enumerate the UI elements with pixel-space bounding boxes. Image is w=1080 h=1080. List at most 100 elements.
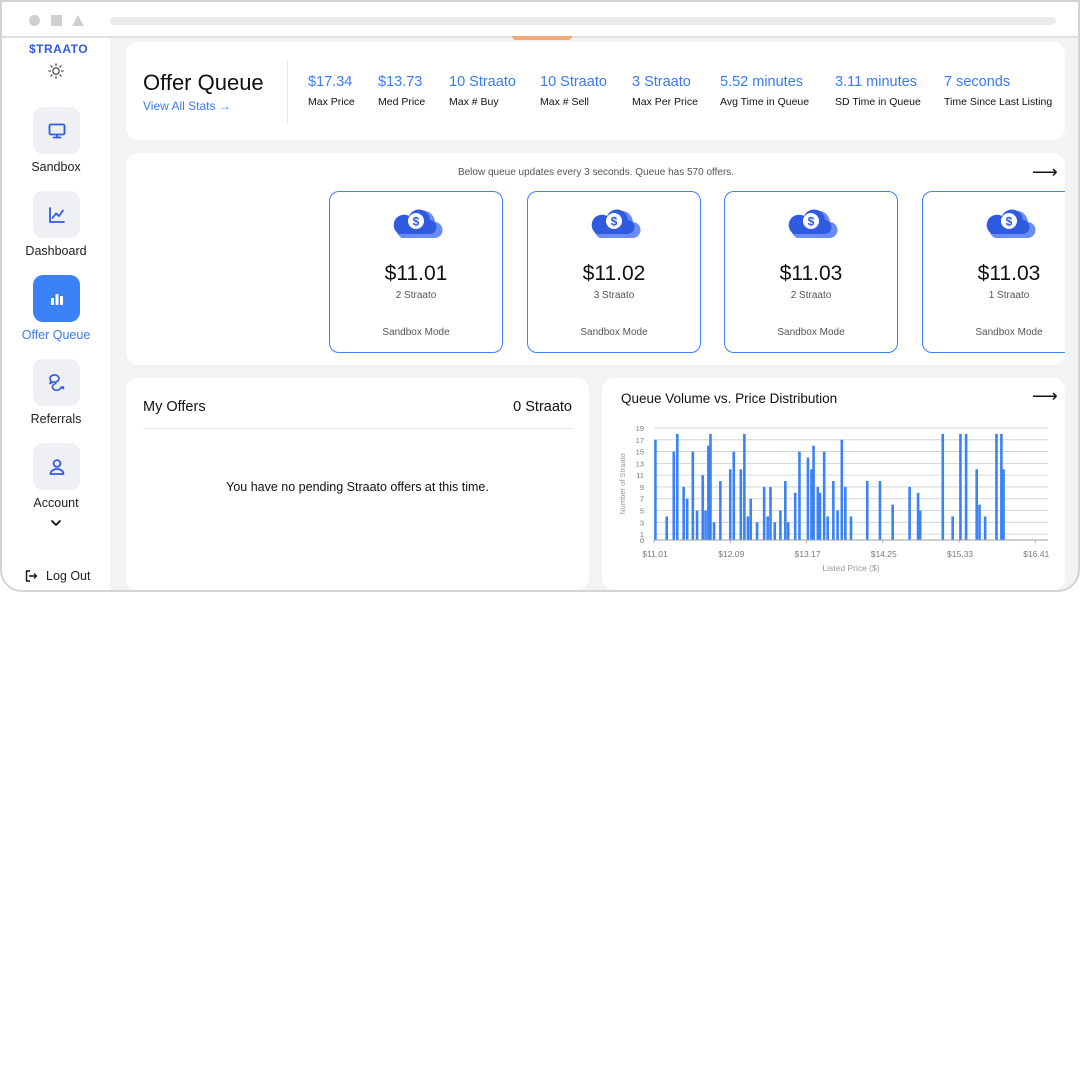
bar [695, 510, 699, 540]
bar [665, 516, 669, 540]
stat-time-since-listing: 7 seconds Time Since Last Listing [944, 74, 1052, 108]
queue-next-arrow[interactable]: ⟶ [1032, 162, 1058, 183]
x-tick-label: $14.25 [871, 549, 897, 559]
dollar-cloud-icon: $ [393, 209, 443, 239]
bar [832, 481, 835, 540]
user-icon [49, 458, 64, 475]
x-tick-label: $16.41 [1023, 549, 1049, 559]
y-axis-label: Number of Straato [618, 453, 627, 514]
x-tick-label: $15.33 [947, 549, 973, 559]
sidebar-item-dashboard[interactable]: Dashboard [2, 191, 110, 271]
stat-label: Med Price [378, 96, 426, 108]
bar [878, 481, 882, 540]
window-circle-control[interactable] [29, 15, 40, 26]
sidebar-sandbox-button[interactable] [33, 107, 80, 154]
view-all-stats-link[interactable]: View All Stats → [143, 99, 231, 113]
bar [739, 469, 743, 540]
sidebar-dashboard-button[interactable] [33, 191, 80, 238]
address-bar[interactable] [110, 17, 1056, 25]
offer-mode: Sandbox Mode [580, 327, 648, 338]
bar [784, 481, 787, 540]
chevron-down-icon[interactable] [49, 516, 63, 530]
offer-mode: Sandbox Mode [382, 327, 450, 338]
divider [143, 428, 572, 429]
offer-card[interactable]: $ $11.02 3 Straato Sandbox Mode [527, 191, 701, 353]
stat-sd-time: 3.11 minutes SD Time in Queue [835, 74, 921, 108]
stats-panel: Offer Queue View All Stats → $17.34 Max … [126, 42, 1065, 140]
sidebar-account-button[interactable] [33, 443, 80, 490]
dollar-cloud-icon: $ [591, 209, 641, 239]
queue-status-note: Below queue updates every 3 seconds. Que… [457, 167, 735, 178]
bar [983, 516, 987, 540]
offer-price: $11.02 [582, 262, 646, 285]
bar [672, 451, 676, 540]
svg-text:$: $ [611, 215, 618, 229]
bar [709, 433, 712, 540]
my-offers-panel: My Offers 0 Straato You have no pending … [126, 378, 589, 590]
window-square-control[interactable] [51, 15, 62, 26]
logout-icon [25, 570, 38, 582]
y-tick-label: 1 [640, 530, 644, 539]
offer-price: $11.01 [384, 262, 448, 285]
bar [732, 451, 736, 540]
bar [995, 433, 998, 540]
bar [728, 469, 732, 540]
x-tick-label: $12.09 [718, 549, 744, 559]
sidebar-item-label: Account [33, 496, 79, 510]
bar-chart-icon [50, 293, 63, 305]
bar [786, 522, 790, 540]
bar [798, 451, 801, 540]
bar [762, 486, 766, 540]
offer-mode: Sandbox Mode [975, 327, 1043, 338]
bar [978, 504, 981, 540]
sidebar-item-sandbox[interactable]: Sandbox [2, 107, 110, 187]
stat-max-price: $17.34 Max Price [308, 74, 355, 108]
bar [844, 486, 847, 540]
stat-label: SD Time in Queue [835, 96, 921, 108]
sidebar-item-referrals[interactable]: Referrals [2, 359, 110, 439]
stat-value: $17.34 [308, 74, 353, 90]
sun-icon[interactable] [48, 63, 64, 79]
bar [769, 486, 772, 540]
window-triangle-control[interactable] [72, 15, 84, 26]
browser-window: $TRAATO Sandbox Dashboard Offer Queue Re… [0, 0, 1080, 592]
bar [654, 439, 657, 540]
stat-label: Avg Time in Queue [720, 96, 810, 108]
svg-text:$: $ [808, 215, 815, 229]
bar [749, 498, 753, 540]
stat-value: 10 Straato [449, 74, 516, 90]
queue-panel: Below queue updates every 3 seconds. Que… [126, 153, 1065, 365]
bar [773, 522, 777, 540]
bar [676, 433, 679, 540]
stat-value: 10 Straato [540, 74, 607, 90]
sidebar-offer-queue-button[interactable] [33, 275, 80, 322]
offer-card[interactable]: $ $11.03 1 Straato Sandbox Mode [922, 191, 1065, 353]
sidebar-item-label: Offer Queue [21, 328, 91, 342]
stat-max-sell: 10 Straato Max # Sell [540, 74, 607, 108]
y-tick-label: 9 [640, 483, 644, 492]
offer-card[interactable]: $ $11.01 2 Straato Sandbox Mode [329, 191, 503, 353]
bar [822, 451, 826, 540]
app-logo[interactable]: $TRAATO [29, 42, 88, 56]
chat-bubbles-icon [48, 373, 64, 391]
y-tick-label: 13 [636, 459, 644, 468]
bar [746, 516, 750, 540]
stat-value: 3 Straato [632, 74, 691, 90]
stat-value: 5.52 minutes [720, 74, 804, 90]
header-divider [287, 60, 288, 124]
logout-button[interactable]: Log Out [24, 569, 90, 583]
offer-card[interactable]: $ $11.03 2 Straato Sandbox Mode [724, 191, 898, 353]
bar [918, 510, 922, 540]
bar [959, 433, 962, 540]
sidebar-item-offer-queue[interactable]: Offer Queue [2, 275, 110, 355]
sidebar-referrals-button[interactable] [33, 359, 80, 406]
logout-label: Log Out [46, 569, 91, 583]
y-tick-label: 15 [636, 448, 644, 457]
offer-price: $11.03 [779, 262, 843, 285]
bar [840, 439, 844, 540]
y-tick-label: 11 [636, 471, 644, 480]
sidebar-item-account[interactable]: Account [2, 443, 110, 523]
stat-max-per-price: 3 Straato Max Per Price [632, 74, 698, 108]
stat-label: Max Per Price [632, 96, 698, 108]
bar [779, 510, 782, 540]
